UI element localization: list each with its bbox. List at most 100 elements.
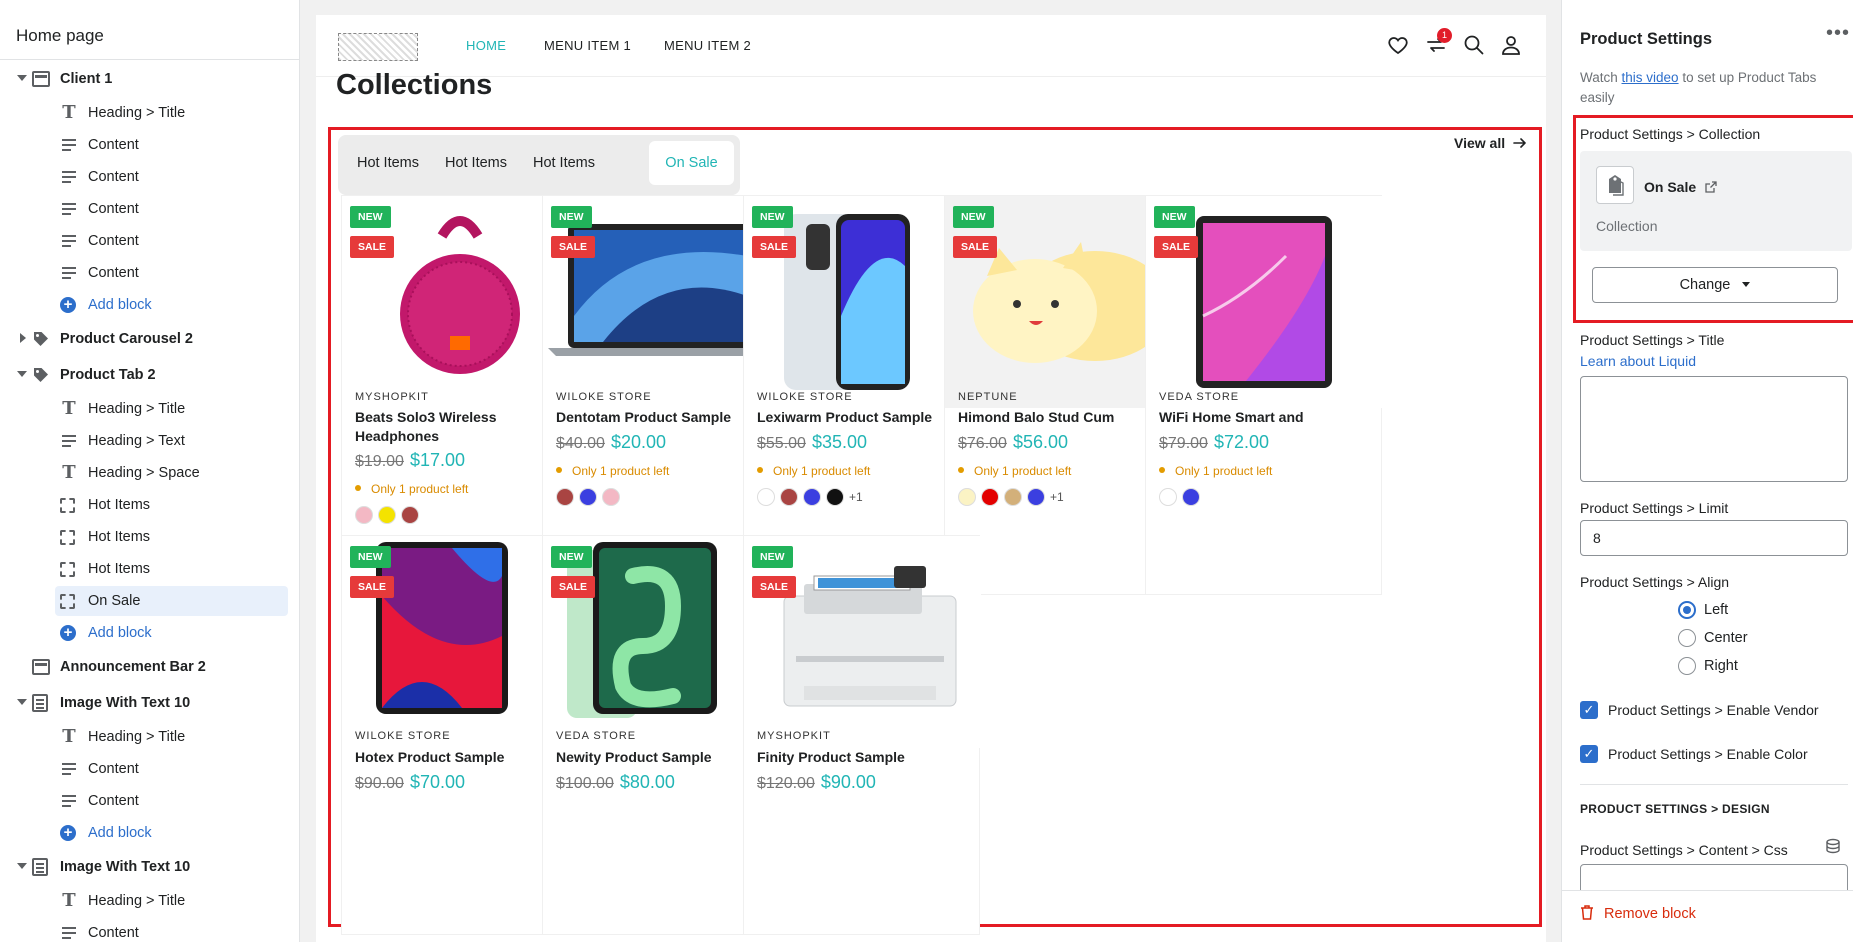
block-item[interactable]: Content xyxy=(0,162,299,192)
color-swatch[interactable] xyxy=(803,488,821,506)
product-name[interactable]: Newity Product Sample xyxy=(556,748,766,767)
block-item[interactable]: T Heading > Title xyxy=(0,886,299,916)
color-swatch[interactable] xyxy=(556,488,574,506)
align-right-radio[interactable] xyxy=(1678,657,1696,675)
color-swatch[interactable] xyxy=(355,506,373,524)
color-swatches xyxy=(355,506,424,526)
add-block-button[interactable]: + Add block xyxy=(0,818,299,848)
product-name[interactable]: Dentotam Product Sample xyxy=(556,408,766,427)
product-name[interactable]: Hotex Product Sample xyxy=(355,748,565,767)
block-item[interactable]: Content xyxy=(0,786,299,816)
change-collection-button[interactable]: Change xyxy=(1592,267,1838,303)
color-swatch[interactable] xyxy=(579,488,597,506)
section-item[interactable]: Client 1 xyxy=(0,64,299,94)
block-item[interactable]: Heading > Text xyxy=(0,426,299,456)
tab-on-sale[interactable]: On Sale xyxy=(649,141,734,185)
remove-block-button[interactable]: Remove block xyxy=(1580,905,1696,922)
add-block-button[interactable]: + Add block xyxy=(0,618,299,648)
color-swatch[interactable] xyxy=(757,488,775,506)
collapse-caret-icon[interactable] xyxy=(17,371,27,377)
paragraph-icon xyxy=(60,432,78,450)
product-card[interactable]: NEW SALE VEDA STORE WiFi Home Smart and $79.… xyxy=(1145,195,1383,595)
align-left-radio[interactable] xyxy=(1678,601,1696,619)
view-all-link[interactable]: View all xyxy=(1454,135,1527,151)
color-swatch[interactable] xyxy=(981,488,999,506)
product-name[interactable]: Finity Product Sample xyxy=(757,748,967,767)
block-item[interactable]: T Heading > Title xyxy=(0,98,299,128)
limit-input[interactable]: 8 xyxy=(1580,520,1848,556)
video-link[interactable]: this video xyxy=(1622,70,1679,85)
settings-panel: Product Settings ••• Watch this video to… xyxy=(1561,0,1853,942)
enable-vendor-checkbox[interactable]: ✓ xyxy=(1580,701,1598,719)
learn-liquid-link[interactable]: Learn about Liquid xyxy=(1580,353,1696,369)
color-swatch[interactable] xyxy=(401,506,419,524)
block-item[interactable]: Content xyxy=(0,130,299,160)
block-item[interactable]: On Sale xyxy=(0,586,299,616)
enable-color-checkbox[interactable]: ✓ xyxy=(1580,745,1598,763)
color-swatch[interactable] xyxy=(1004,488,1022,506)
store-logo[interactable] xyxy=(338,33,418,61)
tab-hot-items-2[interactable]: Hot Items xyxy=(432,141,520,185)
new-badge: NEW xyxy=(551,206,592,228)
product-name[interactable]: Himond Balo Stud Cum xyxy=(958,408,1168,427)
section-item[interactable]: Product Carousel 2 xyxy=(0,324,299,354)
heart-icon[interactable] xyxy=(1386,33,1410,57)
product-name[interactable]: Lexiwarm Product Sample xyxy=(757,408,967,427)
block-item[interactable]: T Heading > Space xyxy=(0,458,299,488)
color-swatch[interactable] xyxy=(602,488,620,506)
account-icon[interactable] xyxy=(1499,33,1523,57)
row-label: Image With Text 10 xyxy=(60,859,191,875)
sale-price: $20.00 xyxy=(610,432,666,452)
align-center-radio[interactable] xyxy=(1678,629,1696,647)
collapse-caret-icon[interactable] xyxy=(17,699,27,705)
more-actions-icon[interactable]: ••• xyxy=(1826,22,1850,45)
color-swatch[interactable] xyxy=(1027,488,1045,506)
collapse-caret-icon[interactable] xyxy=(17,863,27,869)
add-block-button[interactable]: + Add block xyxy=(0,290,299,320)
block-item[interactable]: Content xyxy=(0,226,299,256)
section-item[interactable]: Image With Text 10 xyxy=(0,852,299,882)
compare-count-badge: 1 xyxy=(1437,28,1452,43)
row-label: Content xyxy=(88,265,139,281)
search-icon[interactable] xyxy=(1462,33,1486,57)
product-price: $100.00 $80.00 xyxy=(556,772,675,793)
new-badge: NEW xyxy=(1154,206,1195,228)
dynamic-source-icon[interactable] xyxy=(1825,838,1841,854)
block-item[interactable]: Content xyxy=(0,754,299,784)
section-item[interactable]: Product Tab 2 xyxy=(0,360,299,390)
color-swatch[interactable] xyxy=(826,488,844,506)
section-item[interactable]: Announcement Bar 2 xyxy=(0,652,299,682)
section-item[interactable]: Image With Text 10 xyxy=(0,688,299,718)
block-item[interactable]: Hot Items xyxy=(0,522,299,552)
block-item[interactable]: Hot Items xyxy=(0,554,299,584)
nav-menu-item-1[interactable]: MENU ITEM 1 xyxy=(544,38,631,53)
compare-at-price: $90.00 xyxy=(355,775,404,792)
paragraph-icon xyxy=(60,924,78,942)
tab-hot-items-1[interactable]: Hot Items xyxy=(344,141,432,185)
sale-price: $90.00 xyxy=(820,772,876,792)
block-item[interactable]: Hot Items xyxy=(0,490,299,520)
text-icon: T xyxy=(62,462,76,483)
color-swatch[interactable] xyxy=(378,506,396,524)
nav-home[interactable]: HOME xyxy=(466,38,506,53)
block-item[interactable]: T Heading > Title xyxy=(0,722,299,752)
block-item[interactable]: T Heading > Title xyxy=(0,394,299,424)
product-card[interactable]: NEW SALE MYSHOPKIT Finity Product Sample $12… xyxy=(743,535,981,935)
block-item[interactable]: Content xyxy=(0,918,299,942)
color-swatch[interactable] xyxy=(1159,488,1177,506)
color-swatch[interactable] xyxy=(958,488,976,506)
block-item[interactable]: Content xyxy=(0,258,299,288)
compare-at-price: $40.00 xyxy=(556,435,605,452)
collection-name[interactable]: On Sale xyxy=(1644,179,1717,195)
title-textarea[interactable] xyxy=(1580,376,1848,482)
color-swatch[interactable] xyxy=(1182,488,1200,506)
collapse-caret-icon[interactable] xyxy=(17,75,27,81)
tab-hot-items-3[interactable]: Hot Items xyxy=(520,141,608,185)
product-name[interactable]: WiFi Home Smart and xyxy=(1159,408,1369,427)
new-badge: NEW xyxy=(350,546,391,568)
product-name[interactable]: Beats Solo3 Wireless Headphones xyxy=(355,408,565,446)
block-item[interactable]: Content xyxy=(0,194,299,224)
color-swatch[interactable] xyxy=(780,488,798,506)
nav-menu-item-2[interactable]: MENU ITEM 2 xyxy=(664,38,751,53)
expand-caret-icon[interactable] xyxy=(20,333,26,343)
